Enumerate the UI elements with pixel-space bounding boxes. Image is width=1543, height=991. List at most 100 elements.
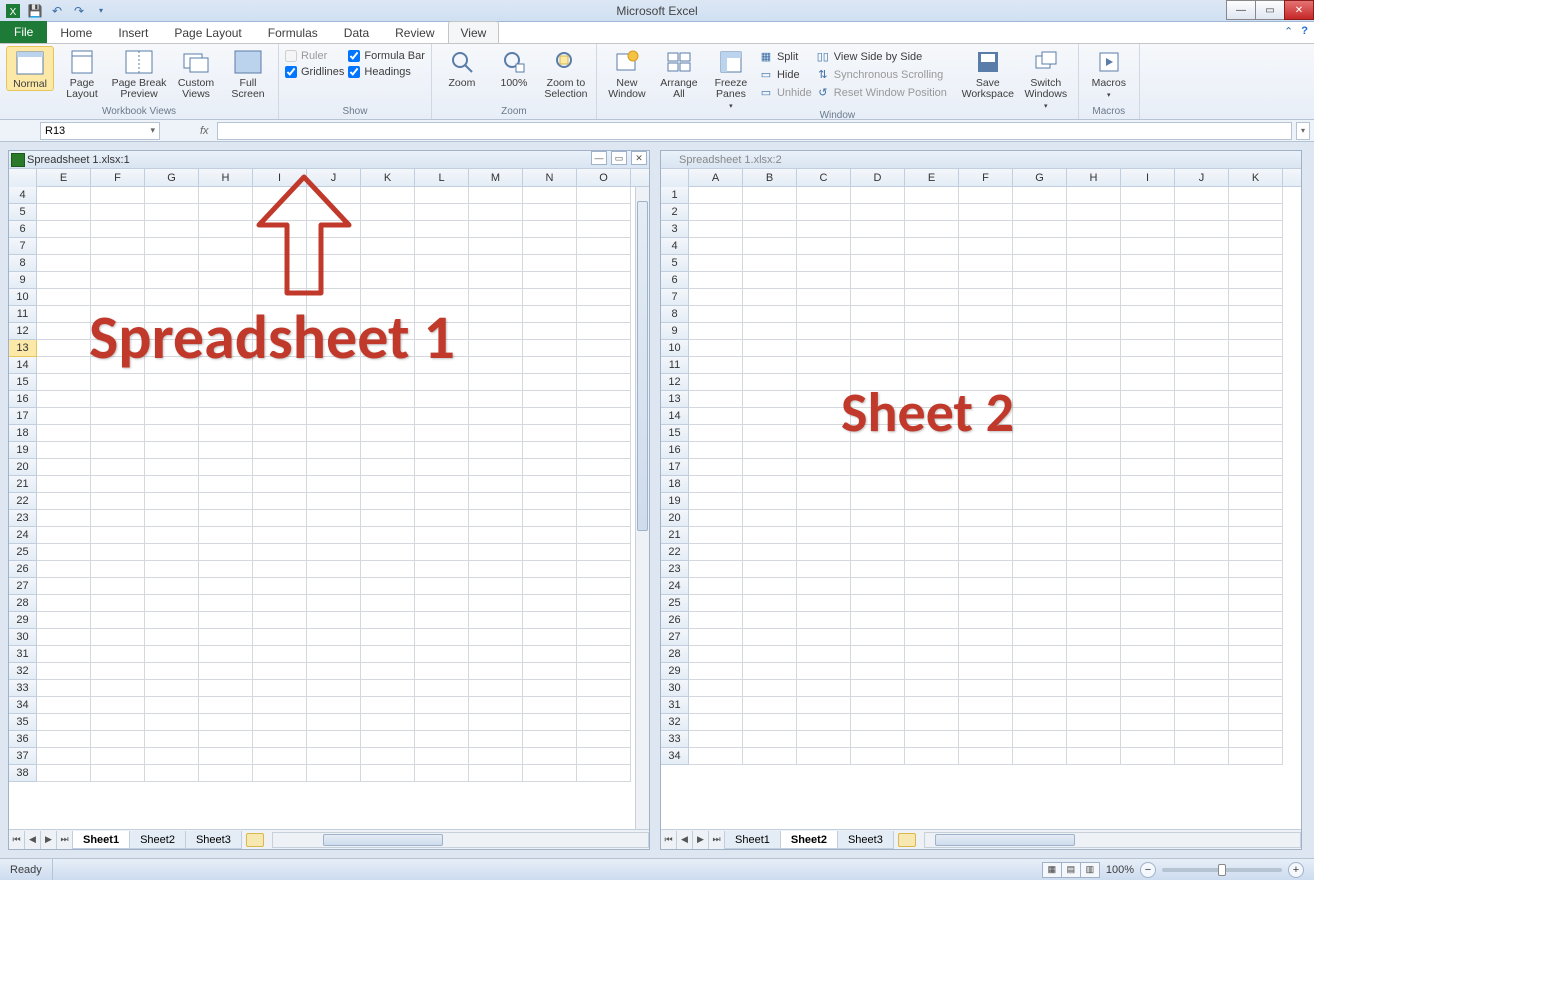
cell[interactable] [253,323,307,340]
column-header[interactable]: I [253,169,307,187]
cell[interactable] [1067,612,1121,629]
row-header[interactable]: 27 [661,629,689,646]
cell[interactable] [851,357,905,374]
full-screen-button[interactable]: Full Screen [224,46,272,100]
cell[interactable] [797,629,851,646]
cell[interactable] [1175,561,1229,578]
cell[interactable] [797,595,851,612]
cell[interactable] [469,510,523,527]
cell[interactable] [959,306,1013,323]
cell[interactable] [199,323,253,340]
cell[interactable] [37,765,91,782]
row-header[interactable]: 32 [661,714,689,731]
cell[interactable] [851,221,905,238]
cell[interactable] [1013,527,1067,544]
cell[interactable] [959,204,1013,221]
cell[interactable] [577,629,631,646]
name-box-dropdown-icon[interactable]: ▾ [150,125,155,136]
cell[interactable] [1013,289,1067,306]
cell[interactable] [959,425,1013,442]
cell[interactable] [523,612,577,629]
cell[interactable] [361,595,415,612]
cell[interactable] [415,680,469,697]
cell[interactable] [905,680,959,697]
cell[interactable] [523,629,577,646]
cell[interactable] [1229,374,1283,391]
cell[interactable] [37,680,91,697]
cell[interactable] [851,391,905,408]
cell[interactable] [851,374,905,391]
cell[interactable] [1229,408,1283,425]
cell[interactable] [415,306,469,323]
cell[interactable] [689,697,743,714]
cell[interactable] [91,408,145,425]
cell[interactable] [851,595,905,612]
cell[interactable] [1013,459,1067,476]
row-header[interactable]: 15 [661,425,689,442]
cell[interactable] [959,561,1013,578]
cell[interactable] [1013,748,1067,765]
cell[interactable] [743,578,797,595]
new-sheet-button[interactable] [898,833,916,847]
cell[interactable] [37,748,91,765]
cell[interactable] [797,510,851,527]
cell[interactable] [523,425,577,442]
cell[interactable] [1121,272,1175,289]
cell[interactable] [905,476,959,493]
cell[interactable] [37,731,91,748]
row-header[interactable]: 16 [661,442,689,459]
cell[interactable] [469,544,523,561]
cell[interactable] [743,680,797,697]
cell[interactable] [1175,391,1229,408]
cell[interactable] [1067,663,1121,680]
cell[interactable] [307,255,361,272]
cell[interactable] [1067,357,1121,374]
cell[interactable] [145,595,199,612]
cell[interactable] [577,748,631,765]
cell[interactable] [145,442,199,459]
cell[interactable] [91,748,145,765]
cell[interactable] [91,340,145,357]
cell[interactable] [469,187,523,204]
cell[interactable] [91,323,145,340]
cell[interactable] [797,476,851,493]
cell[interactable] [469,697,523,714]
cell[interactable] [199,629,253,646]
cell[interactable] [851,459,905,476]
cell[interactable] [1175,731,1229,748]
cell[interactable] [1175,289,1229,306]
cell[interactable] [1229,459,1283,476]
cell[interactable] [689,272,743,289]
cell[interactable] [1013,272,1067,289]
cell[interactable] [91,442,145,459]
cell[interactable] [145,510,199,527]
cell[interactable] [1013,323,1067,340]
cell[interactable] [577,731,631,748]
unhide-button[interactable]: ▭Unhide [759,84,812,101]
row-header[interactable]: 2 [661,204,689,221]
cell[interactable] [1067,340,1121,357]
cell[interactable] [415,714,469,731]
cell[interactable] [199,289,253,306]
cell[interactable] [1013,357,1067,374]
row-header[interactable]: 30 [9,629,37,646]
cell[interactable] [959,612,1013,629]
cell[interactable] [91,374,145,391]
cell[interactable] [743,238,797,255]
cell[interactable] [1121,357,1175,374]
cell[interactable] [1121,459,1175,476]
cell[interactable] [1013,595,1067,612]
cell[interactable] [797,238,851,255]
cell[interactable] [253,646,307,663]
cell[interactable] [577,595,631,612]
cell[interactable] [145,357,199,374]
cell[interactable] [91,646,145,663]
cell[interactable] [91,697,145,714]
cell[interactable] [689,442,743,459]
cell[interactable] [307,578,361,595]
cell[interactable] [199,255,253,272]
cell[interactable] [307,731,361,748]
cell[interactable] [689,374,743,391]
cell[interactable] [37,646,91,663]
cell[interactable] [797,680,851,697]
